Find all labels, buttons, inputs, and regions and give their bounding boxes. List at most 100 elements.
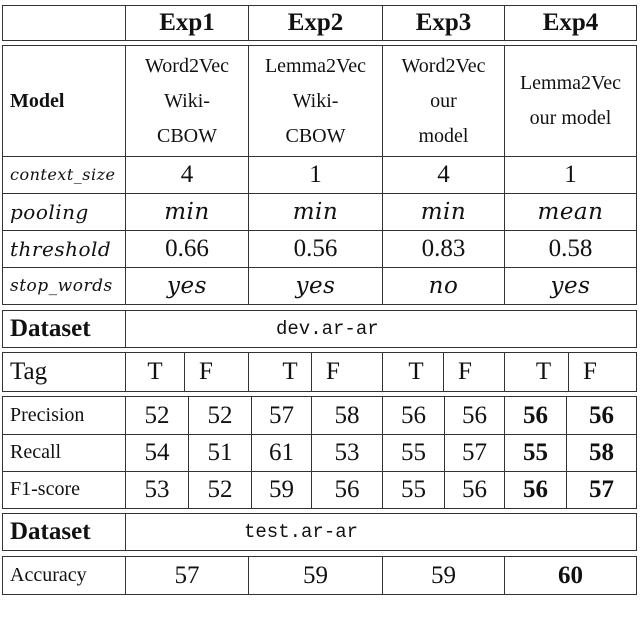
model-exp1-line3: CBOW — [157, 124, 217, 147]
param-value: yes — [504, 267, 636, 304]
param-value: min — [125, 193, 248, 230]
param-value: 4 — [125, 156, 248, 193]
metric-value-best: 56 — [504, 471, 566, 508]
param-row-stop-words: stop_words yes yes no yes — [3, 267, 636, 304]
accuracy-value: 57 — [125, 557, 248, 594]
param-value: 0.58 — [504, 230, 636, 267]
metric-value: 56 — [382, 397, 444, 434]
metric-value: 52 — [125, 397, 188, 434]
tag-cell: F — [311, 353, 382, 391]
metric-value: 55 — [382, 434, 444, 471]
header-corner-cell — [3, 6, 125, 40]
param-label: threshold — [10, 236, 112, 261]
tag-label: Tag — [10, 358, 48, 385]
tag-cell: F — [184, 353, 248, 391]
param-value: min — [248, 193, 382, 230]
model-label: Model — [10, 89, 65, 112]
metric-value-best: 58 — [566, 434, 636, 471]
metric-value: 56 — [311, 471, 382, 508]
model-exp1: Word2Vec Wiki- CBOW — [125, 46, 248, 156]
param-value: yes — [125, 267, 248, 304]
param-value: min — [382, 193, 504, 230]
metric-row-recall: Recall 54 51 61 53 55 57 55 58 — [3, 434, 636, 471]
metric-value: 56 — [444, 471, 504, 508]
param-row-context-size: context_size 4 1 4 1 — [3, 156, 636, 193]
metric-value: 53 — [311, 434, 382, 471]
metric-label: Recall — [10, 441, 62, 463]
metric-value: 56 — [444, 397, 504, 434]
tag-block: Tag T F T F T F T F — [2, 352, 637, 392]
param-label: stop_words — [10, 275, 113, 296]
dataset-label: Dataset — [10, 315, 91, 342]
model-row: Model Word2Vec Wiki- CBOW Lemma2Vec Wiki… — [3, 46, 636, 156]
model-exp1-line1: Word2Vec — [145, 54, 229, 77]
model-exp4-line2: our model — [529, 107, 612, 129]
header-exp2: Exp2 — [248, 6, 382, 40]
model-exp1-line2: Wiki- — [164, 89, 210, 112]
metric-label: F1-score — [10, 478, 80, 500]
metric-value: 59 — [251, 471, 311, 508]
accuracy-value: 59 — [382, 557, 504, 594]
accuracy-label: Accuracy — [10, 564, 87, 586]
model-exp3: Word2Vec our model — [382, 46, 504, 156]
model-exp2-line2: Wiki- — [292, 89, 339, 112]
metric-row-precision: Precision 52 52 57 58 56 56 56 56 — [3, 397, 636, 434]
model-exp2-line3: CBOW — [285, 124, 346, 147]
metric-value: 54 — [125, 434, 188, 471]
metric-value: 51 — [188, 434, 251, 471]
model-exp3-line2: our — [430, 89, 457, 112]
dataset-name: dev.ar-ar — [125, 311, 636, 347]
metric-value: 57 — [251, 397, 311, 434]
param-value: 4 — [382, 156, 504, 193]
param-value: 0.56 — [248, 230, 382, 267]
metric-value: 52 — [188, 471, 251, 508]
dataset-name: test.ar-ar — [125, 514, 636, 550]
param-label: pooling — [10, 199, 89, 224]
model-exp4: Lemma2Vec our model — [504, 46, 636, 156]
metric-value: 58 — [311, 397, 382, 434]
metrics-block: Precision 52 52 57 58 56 56 56 56 Recall… — [2, 396, 637, 509]
param-value: mean — [504, 193, 636, 230]
accuracy-block: Accuracy 57 59 59 60 — [2, 556, 637, 595]
param-value: no — [382, 267, 504, 304]
model-exp2-line1: Lemma2Vec — [264, 54, 367, 77]
dev-dataset-block: Dataset dev.ar-ar — [2, 310, 637, 348]
metric-value: 55 — [382, 471, 444, 508]
param-row-threshold: threshold 0.66 0.56 0.83 0.58 — [3, 230, 636, 267]
param-value: 1 — [504, 156, 636, 193]
metric-value-best: 55 — [504, 434, 566, 471]
tag-cell: T — [382, 353, 443, 391]
metric-row-f1: F1-score 53 52 59 56 55 56 56 57 — [3, 471, 636, 508]
header-exp3: Exp3 — [382, 6, 504, 40]
tag-cell: F — [568, 353, 636, 391]
config-block: Model Word2Vec Wiki- CBOW Lemma2Vec Wiki… — [2, 45, 637, 305]
param-row-pooling: pooling min min min mean — [3, 193, 636, 230]
tag-cell: F — [443, 353, 504, 391]
metric-value-best: 56 — [566, 397, 636, 434]
test-dataset-block: Dataset test.ar-ar — [2, 513, 637, 551]
tag-cell: T — [248, 353, 311, 391]
param-value: yes — [248, 267, 382, 304]
model-exp2: Lemma2Vec Wiki- CBOW — [248, 46, 382, 156]
header-exp4: Exp4 — [504, 6, 636, 40]
param-value: 0.83 — [382, 230, 504, 267]
metric-value: 57 — [444, 434, 504, 471]
accuracy-value: 59 — [248, 557, 382, 594]
param-label: context_size — [10, 165, 116, 184]
experiment-header-block: Exp1 Exp2 Exp3 Exp4 — [2, 5, 637, 41]
param-value: 1 — [248, 156, 382, 193]
model-exp3-line3: model — [418, 124, 469, 147]
metric-value-best: 57 — [566, 471, 636, 508]
model-exp4-line1: Lemma2Vec — [519, 72, 622, 94]
model-exp3-line1: Word2Vec — [401, 54, 486, 77]
metric-value: 61 — [251, 434, 311, 471]
metric-value: 52 — [188, 397, 251, 434]
tag-cell: T — [504, 353, 568, 391]
metric-value-best: 56 — [504, 397, 566, 434]
metric-value: 53 — [125, 471, 188, 508]
param-value: 0.66 — [125, 230, 248, 267]
dataset-label: Dataset — [10, 518, 91, 545]
header-exp1: Exp1 — [125, 6, 248, 40]
accuracy-value-best: 60 — [504, 557, 636, 594]
metric-label: Precision — [10, 404, 85, 426]
